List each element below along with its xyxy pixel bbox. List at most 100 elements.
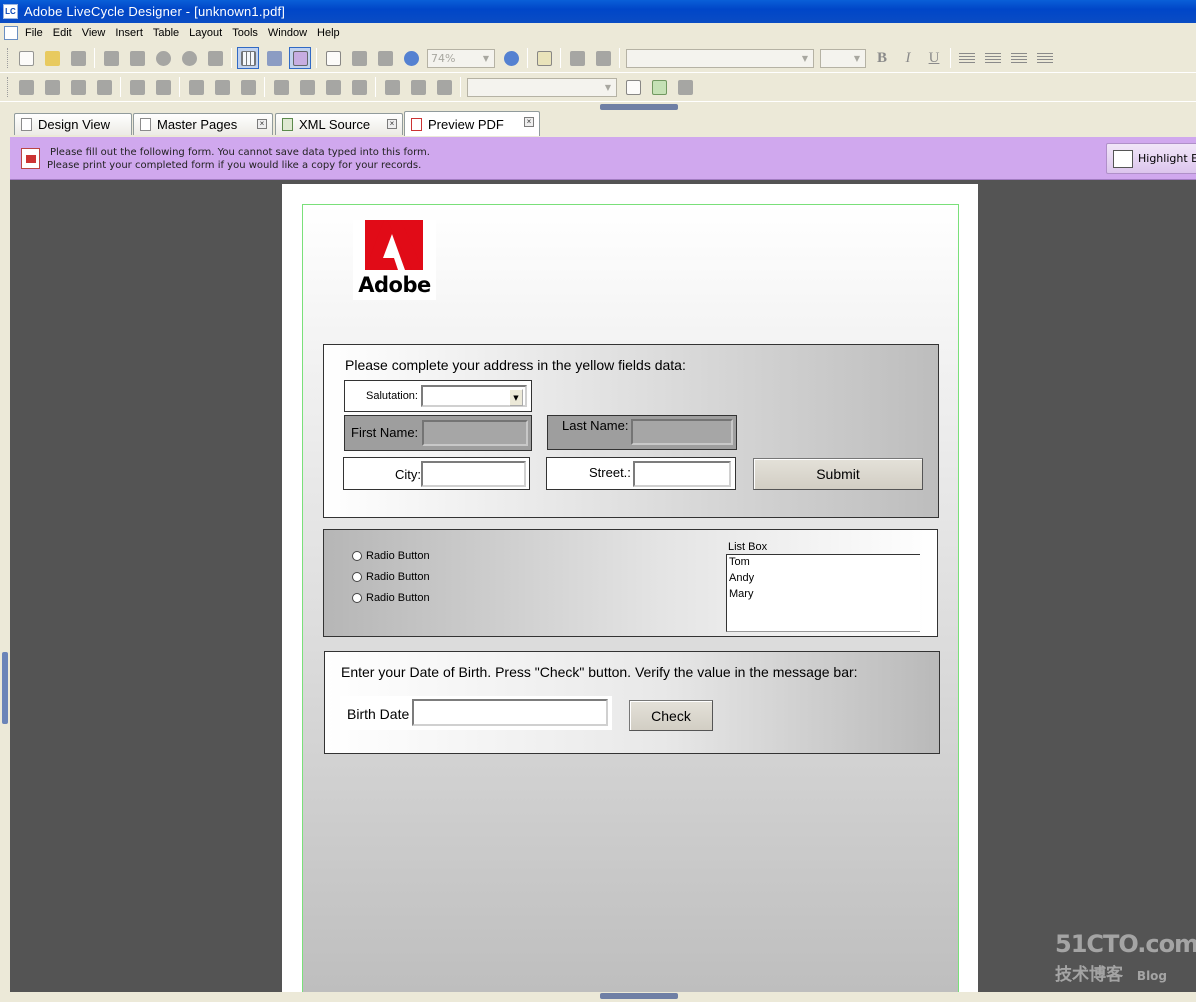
align-center-button[interactable] [985, 53, 1001, 63]
menu-window[interactable]: Window [265, 27, 314, 39]
bottom-panel-collapse-handle[interactable] [600, 993, 678, 999]
menu-edit[interactable]: Edit [50, 27, 79, 39]
tab-label: Design View [38, 117, 111, 132]
toolbar-grip[interactable] [7, 77, 10, 97]
add-data-button[interactable] [648, 76, 670, 98]
align-left-icon [18, 79, 34, 95]
make-same-height-button[interactable] [407, 76, 429, 98]
tab-preview-pdf[interactable]: Preview PDF × [404, 111, 540, 136]
birth-date-input[interactable] [412, 699, 608, 726]
check-button[interactable]: Check [629, 700, 713, 731]
print-button[interactable] [100, 47, 122, 69]
open-button[interactable] [41, 47, 63, 69]
toolbar-grip[interactable] [7, 48, 10, 68]
underline-button[interactable]: U [923, 50, 945, 67]
lock-icon [677, 79, 693, 95]
menu-table[interactable]: Table [150, 27, 186, 39]
tab-xml-source[interactable]: XML Source × [275, 113, 403, 135]
left-panel-collapse-handle[interactable] [2, 652, 8, 724]
align-right-button[interactable] [1011, 53, 1027, 63]
first-name-input[interactable] [422, 420, 528, 446]
new-document-button[interactable] [15, 47, 37, 69]
justify-button[interactable] [1037, 53, 1053, 63]
close-icon[interactable]: × [524, 117, 534, 127]
bold-button[interactable]: B [871, 50, 893, 67]
pdf-preview-area: Please fill out the following form. You … [10, 137, 1196, 992]
menu-file[interactable]: File [22, 27, 50, 39]
highlight-fields-button[interactable]: Highlight Existing Fields [1106, 143, 1196, 174]
zoom-combo[interactable]: 74% ▼ [427, 48, 495, 68]
toolbar-separator [120, 77, 121, 97]
new-data-connection-button[interactable] [622, 76, 644, 98]
menu-insert[interactable]: Insert [112, 27, 150, 39]
radio-option-1[interactable]: Radio Button [352, 550, 430, 562]
close-icon[interactable]: × [257, 119, 267, 129]
menu-help[interactable]: Help [314, 27, 347, 39]
align-left-button[interactable] [959, 53, 975, 63]
chevron-down-icon[interactable]: ▼ [509, 389, 523, 406]
toolbar-separator [527, 48, 528, 68]
snap-grid-button[interactable] [263, 47, 285, 69]
align-horizontal-center-button[interactable] [152, 76, 174, 98]
city-input[interactable] [421, 461, 526, 487]
last-name-input[interactable] [631, 419, 733, 445]
list-item[interactable]: Mary [727, 587, 920, 603]
group-button[interactable] [270, 76, 292, 98]
italic-button[interactable]: I [897, 50, 919, 67]
grid-toggle-button[interactable] [237, 47, 259, 69]
list-item[interactable]: Andy [727, 571, 920, 587]
zoom-in-button[interactable] [500, 47, 522, 69]
radio-circle-icon[interactable] [352, 572, 362, 582]
radio-option-3[interactable]: Radio Button [352, 592, 430, 604]
align-top-edges-button[interactable] [67, 76, 89, 98]
redo-button[interactable] [178, 47, 200, 69]
close-icon[interactable]: × [387, 119, 397, 129]
fit-width-button[interactable] [374, 47, 396, 69]
menu-view[interactable]: View [79, 27, 113, 39]
watermark-line-1: 51CTO.com [1055, 930, 1196, 958]
zoom-out-button[interactable] [400, 47, 422, 69]
distribute-down-button[interactable] [211, 76, 233, 98]
style-combo[interactable]: ▼ [467, 77, 617, 97]
save-button[interactable] [67, 47, 89, 69]
menu-tools[interactable]: Tools [229, 27, 265, 39]
center-page-button[interactable] [237, 76, 259, 98]
check-script-button[interactable] [533, 47, 555, 69]
menu-layout[interactable]: Layout [186, 27, 229, 39]
ungroup-button[interactable] [296, 76, 318, 98]
tab-master-pages[interactable]: Master Pages × [133, 113, 273, 135]
submit-button[interactable]: Submit [753, 458, 923, 490]
names-list-box[interactable]: Tom Andy Mary [726, 554, 920, 632]
street-input[interactable] [633, 461, 731, 487]
security-button[interactable] [674, 76, 696, 98]
salutation-dropdown[interactable]: ▼ [421, 385, 527, 407]
object-boundaries-button[interactable] [289, 47, 311, 69]
align-bottom-edges-button[interactable] [93, 76, 115, 98]
cut-button[interactable] [126, 47, 148, 69]
bring-front-button[interactable] [322, 76, 344, 98]
make-same-width-button[interactable] [381, 76, 403, 98]
font-size-combo[interactable]: ▼ [820, 48, 866, 68]
radio-circle-icon[interactable] [352, 593, 362, 603]
bring-front-icon [325, 79, 341, 95]
radio-option-2[interactable]: Radio Button [352, 571, 430, 583]
align-vertical-center-button[interactable] [126, 76, 148, 98]
undo-button[interactable] [152, 47, 174, 69]
make-same-size-button[interactable] [433, 76, 455, 98]
list-item[interactable]: Tom [727, 555, 920, 571]
document-icon[interactable] [4, 26, 18, 40]
image-button[interactable] [592, 47, 614, 69]
find-button[interactable] [204, 47, 226, 69]
distribute-across-button[interactable] [185, 76, 207, 98]
align-right-edges-button[interactable] [41, 76, 63, 98]
font-family-combo[interactable]: ▼ [626, 48, 814, 68]
tab-design-view[interactable]: Design View [14, 113, 132, 135]
toolbar-collapse-handle[interactable] [600, 104, 678, 110]
birth-date-instructions: Enter your Date of Birth. Press "Check" … [341, 664, 858, 680]
actual-size-button[interactable] [322, 47, 344, 69]
comment-button[interactable] [566, 47, 588, 69]
send-back-button[interactable] [348, 76, 370, 98]
radio-circle-icon[interactable] [352, 551, 362, 561]
align-left-edges-button[interactable] [15, 76, 37, 98]
fit-page-button[interactable] [348, 47, 370, 69]
